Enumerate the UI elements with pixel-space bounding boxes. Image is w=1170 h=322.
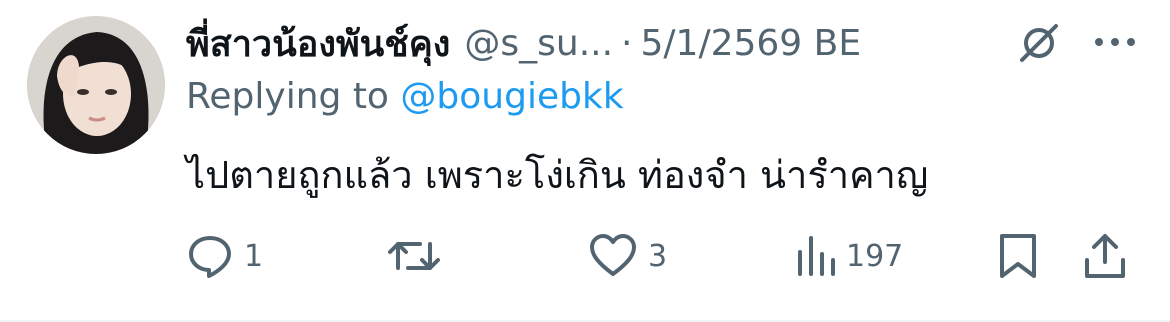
like-button[interactable]: 3 (588, 228, 667, 284)
bookmark-icon (1000, 234, 1036, 278)
share-icon (1085, 234, 1125, 278)
display-name[interactable]: พี่สาวน้องพันช์คุง (186, 15, 450, 72)
heart-icon (590, 234, 636, 276)
replying-prefix: Replying to (186, 76, 389, 117)
replying-to-mention[interactable]: @bougiebkk (400, 76, 623, 117)
avatar[interactable] (27, 16, 165, 154)
tweet-text: ไปตายถูกแล้ว เพราะโง่เกิน ท่องจำ น่ารำคา… (186, 153, 929, 197)
retweet-icon (388, 242, 440, 270)
views-icon (798, 236, 835, 276)
views-button[interactable]: 197 (796, 228, 903, 284)
user-handle[interactable]: @s_su... (464, 23, 613, 64)
more-icon[interactable] (1090, 24, 1140, 60)
action-bar: 1 3 197 (186, 228, 1136, 284)
tweet[interactable]: พี่สาวน้องพันช์คุง @s_su... · 5/1/2569 B… (0, 0, 1170, 322)
retweet-button[interactable] (386, 228, 452, 284)
separator-dot: · (621, 22, 633, 64)
views-count: 197 (846, 238, 904, 274)
reply-count: 1 (244, 238, 264, 274)
reply-button[interactable]: 1 (186, 228, 263, 284)
tweet-header: พี่สาวน้องพันช์คุง @s_su... · 5/1/2569 B… (186, 14, 861, 72)
like-count: 3 (648, 238, 668, 274)
replying-to-line: Replying to @bougiebkk (186, 76, 624, 117)
reply-icon (189, 236, 231, 278)
grok-icon[interactable] (1014, 18, 1064, 68)
share-button[interactable] (1082, 228, 1128, 284)
bookmark-button[interactable] (996, 228, 1040, 284)
tweet-date[interactable]: 5/1/2569 BE (641, 23, 862, 64)
